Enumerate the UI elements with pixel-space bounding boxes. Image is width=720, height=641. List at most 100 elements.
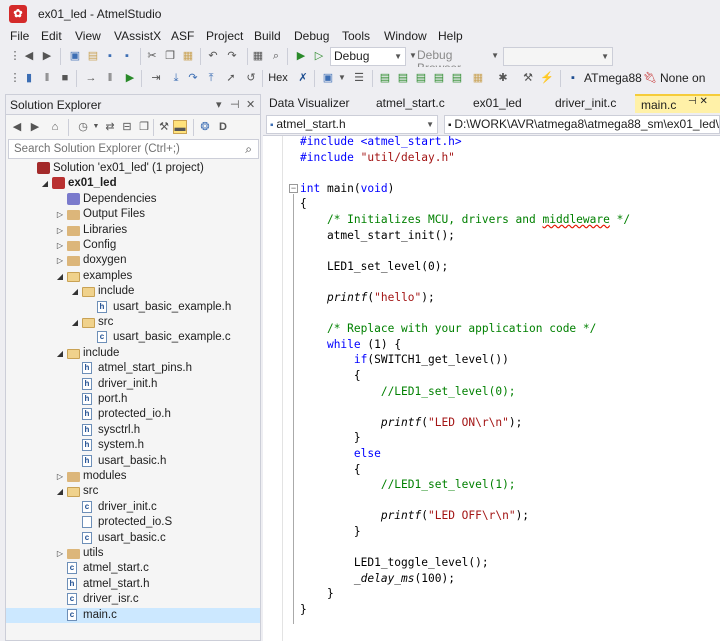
tree-item[interactable]: h usart_basic.h xyxy=(6,454,260,469)
solution-config-icon[interactable]: ▦ xyxy=(251,49,265,63)
tree-item[interactable]: Dependencies xyxy=(6,192,260,207)
show-all-files-icon[interactable]: ❐ xyxy=(137,120,151,134)
platform-select[interactable]: ▼ xyxy=(503,47,613,66)
save-icon[interactable]: ▪ xyxy=(103,49,117,63)
menu-help[interactable]: Help xyxy=(438,29,463,43)
expanded-arrow-icon[interactable]: ◢ xyxy=(55,346,65,361)
back-icon[interactable]: ◀ xyxy=(22,49,36,63)
collapse-icon[interactable]: − xyxy=(289,184,298,193)
tree-item[interactable]: h protected_io.h xyxy=(6,407,260,422)
tree-item[interactable]: ◢ include xyxy=(6,284,260,299)
device-label[interactable]: ATmega88 xyxy=(584,71,642,85)
io-view-icon[interactable]: ▤ xyxy=(450,71,464,85)
menu-project[interactable]: Project xyxy=(206,29,243,43)
tree-item[interactable]: protected_io.S xyxy=(6,515,260,530)
step-out-icon[interactable]: ⤒ xyxy=(204,71,218,85)
close-icon[interactable]: ✕ xyxy=(246,98,255,111)
reset-icon[interactable]: ↺ xyxy=(244,71,258,85)
bits-icon[interactable]: ✗ xyxy=(296,71,310,85)
collapsed-arrow-icon[interactable]: ▷ xyxy=(55,546,65,561)
solution-explorer-search[interactable]: Search Solution Explorer (Ctrl+;) ⌕ xyxy=(8,139,259,159)
menu-build[interactable]: Build xyxy=(254,29,281,43)
tree-item[interactable]: ◢ src xyxy=(6,315,260,330)
back-icon[interactable]: ◀ xyxy=(10,120,24,134)
expanded-arrow-icon[interactable]: ◢ xyxy=(55,269,65,284)
processor-icon[interactable]: ▦ xyxy=(471,71,485,85)
tree-item[interactable]: h usart_basic_example.h xyxy=(6,300,260,315)
tree-item[interactable]: ▷ doxygen xyxy=(6,253,260,268)
tree-item[interactable]: ▷ Output Files xyxy=(6,207,260,222)
properties-icon[interactable]: ⚒ xyxy=(157,120,171,134)
tree-item[interactable]: ▷ Config xyxy=(6,238,260,253)
locals-icon[interactable]: ▤ xyxy=(432,71,446,85)
step-into-icon[interactable]: ⤓ xyxy=(169,71,183,85)
menu-view[interactable]: View xyxy=(75,29,101,43)
tool-icon[interactable]: ⚒ xyxy=(521,71,535,85)
menu-window[interactable]: Window xyxy=(384,29,427,43)
run-to-cursor-icon[interactable]: ➚ xyxy=(224,71,238,85)
tree-item[interactable]: h atmel_start_pins.h xyxy=(6,361,260,376)
pin-icon[interactable]: ⊣ xyxy=(230,98,240,111)
step-over-icon[interactable]: ↷ xyxy=(186,71,200,85)
tree-item[interactable]: ◢ examples xyxy=(6,269,260,284)
tree-item[interactable]: ◢ include xyxy=(6,346,260,361)
open-file-icon[interactable]: ▤ xyxy=(86,49,100,63)
hex-toggle[interactable]: Hex xyxy=(267,71,289,85)
view-code-icon[interactable]: ❂ xyxy=(198,120,212,134)
start-without-debugging-icon[interactable]: ▷ xyxy=(312,49,326,63)
tree-item[interactable]: ▷ modules xyxy=(6,469,260,484)
sync-icon[interactable]: ⇄ xyxy=(103,120,117,134)
file-scope-select[interactable]: ▪ atmel_start.h ▼ xyxy=(266,115,438,134)
break-icon[interactable]: ‖ xyxy=(103,71,117,85)
tree-item[interactable]: c usart_basic_example.c xyxy=(6,330,260,345)
redo-icon[interactable]: ↷ xyxy=(225,49,239,63)
paste-icon[interactable]: ▦ xyxy=(181,49,195,63)
tab-atmel-start-c[interactable]: atmel_start.c xyxy=(376,94,445,113)
show-next-statement-icon[interactable]: ⇥ xyxy=(149,71,163,85)
view-designer-icon[interactable]: D xyxy=(216,120,230,134)
menu-file[interactable]: File xyxy=(10,29,29,43)
forward-icon[interactable]: ▶ xyxy=(40,49,54,63)
dropdown-arrow-icon[interactable]: ▼ xyxy=(92,120,100,134)
start-debugging-icon[interactable]: ▶ xyxy=(294,49,308,63)
collapsed-arrow-icon[interactable]: ▷ xyxy=(55,253,65,268)
forward-icon[interactable]: ▶ xyxy=(28,120,42,134)
preview-icon[interactable]: ▬ xyxy=(173,120,187,134)
tree-item[interactable]: h port.h xyxy=(6,392,260,407)
undo-icon[interactable]: ↶ xyxy=(206,49,220,63)
memory-icon[interactable]: ▤ xyxy=(378,71,392,85)
tree-item[interactable]: ▷ Libraries xyxy=(6,223,260,238)
menu-asf[interactable]: ASF xyxy=(171,29,194,43)
expanded-arrow-icon[interactable]: ◢ xyxy=(40,176,50,191)
expanded-arrow-icon[interactable]: ◢ xyxy=(70,284,80,299)
collapsed-arrow-icon[interactable]: ▷ xyxy=(55,469,65,484)
tab-close-icon[interactable]: ⊣ ✕ xyxy=(688,96,708,107)
cut-icon[interactable]: ✂ xyxy=(145,49,159,63)
configuration-select[interactable]: Debug ▼ xyxy=(330,47,406,66)
registers-icon[interactable]: ▤ xyxy=(396,71,410,85)
tab-data-visualizer[interactable]: Data Visualizer xyxy=(269,94,349,113)
tree-item[interactable]: h driver_init.h xyxy=(6,377,260,392)
tree-item[interactable]: h atmel_start.h xyxy=(6,577,260,592)
menu-edit[interactable]: Edit xyxy=(41,29,62,43)
collapsed-arrow-icon[interactable]: ▷ xyxy=(55,238,65,253)
menu-debug[interactable]: Debug xyxy=(294,29,329,43)
tree-item[interactable]: c main.c xyxy=(6,607,260,623)
save-all-icon[interactable]: ▪ xyxy=(120,49,134,63)
tree-item[interactable]: ◢ ex01_led xyxy=(6,176,260,191)
tool-label[interactable]: None on xyxy=(660,71,705,85)
menu-vassistx[interactable]: VAssistX xyxy=(114,29,161,43)
tab-driver-init-c[interactable]: driver_init.c xyxy=(555,94,616,113)
collapsed-arrow-icon[interactable]: ▷ xyxy=(55,223,65,238)
watch-icon[interactable]: ▤ xyxy=(414,71,428,85)
pause-icon[interactable]: ‖ xyxy=(40,71,54,85)
continue-icon[interactable]: ▶ xyxy=(123,71,137,85)
chip-icon[interactable]: ✱ xyxy=(496,71,510,85)
tree-item[interactable]: c atmel_start.c xyxy=(6,561,260,576)
new-project-icon[interactable]: ▣ xyxy=(68,49,82,63)
tree-item[interactable]: c usart_basic.c xyxy=(6,531,260,546)
home-icon[interactable]: ⌂ xyxy=(48,120,62,134)
tree-item[interactable]: ▷ utils xyxy=(6,546,260,561)
member-select[interactable]: ▪ D:\WORK\AVR\atmega8\atmega88_sm\ex01_l… xyxy=(444,115,720,134)
tab-ex01-led[interactable]: ex01_led xyxy=(473,94,522,113)
